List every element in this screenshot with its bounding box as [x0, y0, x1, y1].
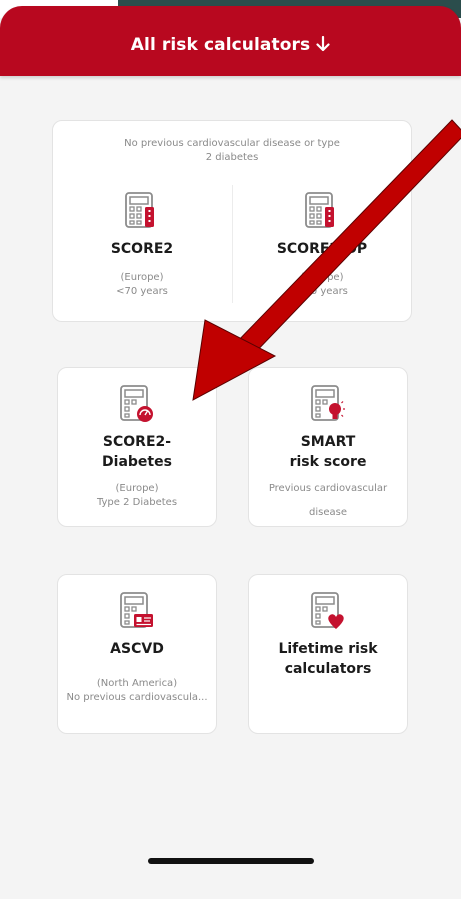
lifetime-risk-card[interactable]: Lifetime risk calculators — [248, 574, 408, 734]
ascvd-region: (North America) — [96, 678, 178, 689]
score2-title: SCORE2 — [110, 241, 174, 257]
lifetime-title: Lifetime risk calculators — [278, 641, 378, 677]
ascvd-criteria: No previous cardiovascula... — [66, 692, 208, 703]
score2-op-criteria: ≥70 years — [296, 286, 348, 297]
ascvd-card[interactable]: ASCVD (North America) No previous cardio… — [57, 574, 217, 734]
score2-diabetes-card[interactable]: SCORE2- Diabetes (Europe) Type 2 Diabete… — [57, 367, 217, 527]
score2-diabetes-title: SCORE2- Diabetes — [102, 434, 172, 470]
score2-op-region: (Europe) — [300, 272, 344, 283]
smart-title: SMART risk score — [289, 434, 367, 470]
calculator-gauge-icon — [120, 385, 153, 422]
score2-diabetes-region: (Europe) — [115, 483, 159, 494]
ascvd-title: ASCVD — [110, 641, 164, 657]
calculator-icon — [125, 192, 154, 228]
score2-op-option[interactable]: SCORE2-OP (Europe) ≥70 years — [233, 191, 411, 311]
score2-diabetes-criteria: Type 2 Diabetes — [96, 497, 178, 508]
no-previous-disease-card: No previous cardiovascular disease or ty… — [52, 120, 412, 322]
calculator-heart-icon — [311, 592, 344, 629]
score2-option[interactable]: SCORE2 (Europe) <70 years — [53, 191, 231, 311]
calculator-card-icon — [120, 592, 153, 628]
score2-region: (Europe) — [120, 272, 164, 283]
header-bar[interactable]: All risk calculators — [0, 6, 461, 76]
smart-risk-score-card[interactable]: SMART risk score Previous cardiovascular… — [248, 367, 408, 527]
card-subtitle: No previous cardiovascular disease or ty… — [124, 138, 340, 163]
calculator-icon — [305, 192, 334, 228]
smart-criteria: disease — [309, 507, 347, 518]
header-title[interactable]: All risk calculators — [131, 35, 330, 55]
arrow-down-icon — [316, 36, 330, 52]
calculator-bulb-icon — [311, 385, 345, 421]
home-indicator[interactable] — [148, 858, 314, 864]
score2-criteria: <70 years — [116, 286, 168, 297]
score2-op-title: SCORE2-OP — [276, 241, 368, 257]
smart-description: Previous cardiovascular — [268, 483, 388, 494]
